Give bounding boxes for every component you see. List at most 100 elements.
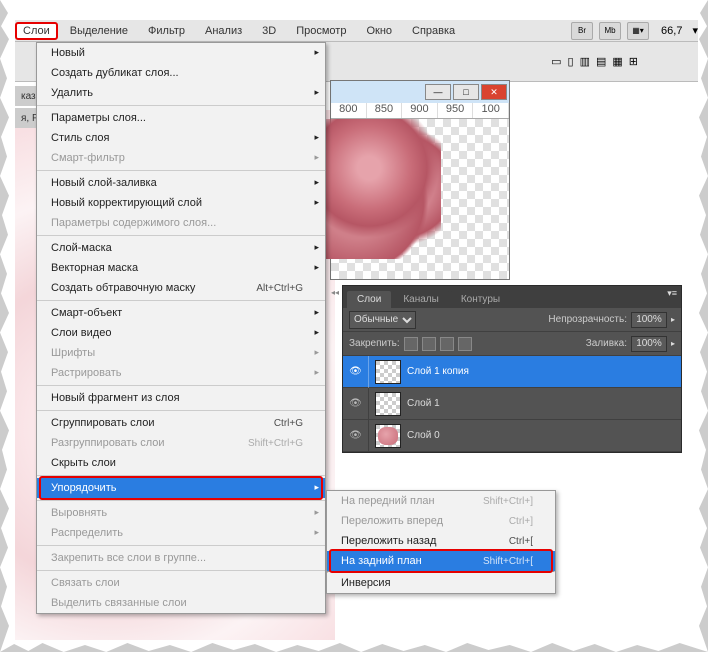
tab-paths[interactable]: Контуры bbox=[451, 291, 510, 308]
zoom-arrow-icon[interactable]: ▾ bbox=[692, 24, 698, 37]
lock-transparency-icon[interactable] bbox=[404, 337, 418, 351]
menu-item-1[interactable]: Создать дубликат слоя... bbox=[37, 63, 325, 83]
canvas[interactable] bbox=[331, 119, 509, 279]
menu-label: Новый слой-заливка bbox=[51, 177, 303, 189]
layer-thumbnail[interactable] bbox=[375, 392, 401, 416]
menu-filter[interactable]: Фильтр bbox=[140, 22, 193, 40]
menu-item-23[interactable]: Сгруппировать слоиCtrl+G bbox=[37, 413, 325, 433]
layer-thumbnail[interactable] bbox=[375, 360, 401, 384]
menu-item-18: Шрифты bbox=[37, 343, 325, 363]
menu-item-29: Выровнять bbox=[37, 503, 325, 523]
lock-brush-icon[interactable] bbox=[422, 337, 436, 351]
menu-item-14[interactable]: Создать обтравочную маскуAlt+Ctrl+G bbox=[37, 278, 325, 298]
menu-item-17[interactable]: Слои видео bbox=[37, 323, 325, 343]
menu-window[interactable]: Окно bbox=[358, 22, 400, 40]
layers-panel: ◂◂ ▾≡ Слои Каналы Контуры Обычные Непроз… bbox=[342, 285, 682, 453]
close-button[interactable]: ✕ bbox=[481, 84, 507, 100]
screen-mode-button[interactable]: ▦▾ bbox=[627, 22, 649, 40]
panel-menu-icon[interactable]: ▾≡ bbox=[667, 288, 677, 299]
tab-channels[interactable]: Каналы bbox=[393, 291, 449, 308]
bridge-button[interactable]: Br bbox=[571, 22, 593, 40]
menu-item-35: Выделить связанные слои bbox=[37, 593, 325, 613]
menu-item-30: Распределить bbox=[37, 523, 325, 543]
submenu-item-3[interactable]: На задний планShift+Ctrl+[ bbox=[327, 551, 555, 571]
lock-move-icon[interactable] bbox=[440, 337, 454, 351]
submenu-item-2[interactable]: Переложить назадCtrl+[ bbox=[327, 531, 555, 551]
menu-label: Шрифты bbox=[51, 347, 303, 359]
menu-item-5[interactable]: Стиль слоя bbox=[37, 128, 325, 148]
minimize-button[interactable]: — bbox=[425, 84, 451, 100]
layer-row[interactable]: 👁Слой 0 bbox=[343, 420, 681, 452]
submenu-label: На задний план bbox=[341, 555, 483, 567]
menu-label: Слои видео bbox=[51, 327, 303, 339]
menu-label: Скрыть слои bbox=[51, 457, 303, 469]
menu-item-2[interactable]: Удалить bbox=[37, 83, 325, 103]
submenu-label: Переложить назад bbox=[341, 535, 509, 547]
layer-row[interactable]: 👁Слой 1 копия bbox=[343, 356, 681, 388]
menu-label: Параметры содержимого слоя... bbox=[51, 217, 303, 229]
menu-label: Выровнять bbox=[51, 507, 303, 519]
visibility-icon[interactable]: 👁 bbox=[343, 388, 369, 420]
menu-item-27[interactable]: Упорядочить bbox=[37, 478, 325, 498]
menu-item-19: Растрировать bbox=[37, 363, 325, 383]
menu-item-9[interactable]: Новый корректирующий слой bbox=[37, 193, 325, 213]
visibility-icon[interactable]: 👁 bbox=[343, 356, 369, 388]
menu-layers[interactable]: Слои bbox=[15, 22, 58, 40]
arrange-icon-6[interactable]: ⊞ bbox=[629, 55, 638, 68]
blend-mode-select[interactable]: Обычные bbox=[349, 311, 416, 329]
menu-item-16[interactable]: Смарт-объект bbox=[37, 303, 325, 323]
menu-item-34: Связать слои bbox=[37, 573, 325, 593]
menu-analysis[interactable]: Анализ bbox=[197, 22, 250, 40]
arrange-icon-5[interactable]: ▦ bbox=[612, 55, 622, 68]
arrange-icon[interactable]: ▭ bbox=[551, 55, 561, 68]
arrange-icon-4[interactable]: ▤ bbox=[596, 55, 606, 68]
mb-button[interactable]: Mb bbox=[599, 22, 621, 40]
menu-item-4[interactable]: Параметры слоя... bbox=[37, 108, 325, 128]
maximize-button[interactable]: □ bbox=[453, 84, 479, 100]
menu-label: Распределить bbox=[51, 527, 303, 539]
layer-row[interactable]: 👁Слой 1 bbox=[343, 388, 681, 420]
layer-list: 👁Слой 1 копия👁Слой 1👁Слой 0 bbox=[343, 356, 681, 452]
opacity-arrow-icon[interactable]: ▸ bbox=[671, 315, 675, 324]
menu-label: Смарт-фильтр bbox=[51, 152, 303, 164]
horizontal-ruler: 800850900950100 bbox=[331, 103, 509, 119]
menu-help[interactable]: Справка bbox=[404, 22, 463, 40]
menu-item-8[interactable]: Новый слой-заливка bbox=[37, 173, 325, 193]
menu-3d[interactable]: 3D bbox=[254, 22, 284, 40]
layer-thumbnail[interactable] bbox=[375, 424, 401, 448]
menu-label: Векторная маска bbox=[51, 262, 303, 274]
menu-label: Разгруппировать слои bbox=[51, 437, 248, 449]
bow-image bbox=[321, 119, 441, 259]
fill-input[interactable] bbox=[631, 336, 667, 352]
visibility-icon[interactable]: 👁 bbox=[343, 420, 369, 452]
fill-arrow-icon[interactable]: ▸ bbox=[671, 339, 675, 348]
submenu-item-0: На передний планShift+Ctrl+] bbox=[327, 491, 555, 511]
arrange-icon-2[interactable]: ▯ bbox=[568, 55, 574, 68]
menu-item-12[interactable]: Слой-маска bbox=[37, 238, 325, 258]
menu-label: Создать дубликат слоя... bbox=[51, 67, 303, 79]
lock-all-icon[interactable] bbox=[458, 337, 472, 351]
zoom-value[interactable]: 66,7 bbox=[661, 25, 682, 37]
menu-label: Новый корректирующий слой bbox=[51, 197, 303, 209]
shortcut: Shift+Ctrl+] bbox=[483, 496, 533, 507]
menu-item-21[interactable]: Новый фрагмент из слоя bbox=[37, 388, 325, 408]
menu-item-25[interactable]: Скрыть слои bbox=[37, 453, 325, 473]
arrange-icon-3[interactable]: ▥ bbox=[580, 55, 590, 68]
submenu-label: Переложить вперед bbox=[341, 515, 509, 527]
tab-layers[interactable]: Слои bbox=[347, 291, 391, 308]
shortcut: Alt+Ctrl+G bbox=[256, 283, 303, 294]
menu-view[interactable]: Просмотр bbox=[288, 22, 354, 40]
opacity-input[interactable] bbox=[631, 312, 667, 328]
submenu-label: Инверсия bbox=[341, 577, 533, 589]
menu-label: Удалить bbox=[51, 87, 303, 99]
menu-item-0[interactable]: Новый bbox=[37, 43, 325, 63]
menu-item-10: Параметры содержимого слоя... bbox=[37, 213, 325, 233]
menu-label: Параметры слоя... bbox=[51, 112, 303, 124]
menu-select[interactable]: Выделение bbox=[62, 22, 136, 40]
menu-label: Создать обтравочную маску bbox=[51, 282, 256, 294]
menu-label: Упорядочить bbox=[51, 482, 303, 494]
menu-label: Растрировать bbox=[51, 367, 303, 379]
collapse-icon[interactable]: ◂◂ bbox=[331, 288, 339, 297]
submenu-item-5[interactable]: Инверсия bbox=[327, 573, 555, 593]
menu-item-13[interactable]: Векторная маска bbox=[37, 258, 325, 278]
